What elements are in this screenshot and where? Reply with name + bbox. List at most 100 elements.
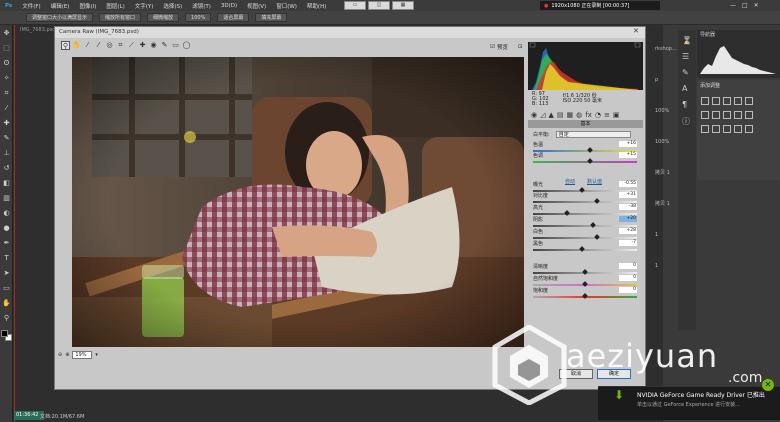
option-button[interactable]: 适合屏幕	[217, 13, 250, 22]
option-button[interactable]: 缩放所有窗口	[99, 13, 142, 22]
photo-filter-icon[interactable]	[734, 111, 742, 119]
option-button[interactable]: 调整窗口大小以满屏显示	[26, 13, 94, 22]
screen-button-2[interactable]: ◫	[368, 1, 390, 10]
slider-track[interactable]	[533, 237, 637, 239]
slider-6[interactable]: 白色 +28	[533, 228, 639, 240]
slider-track[interactable]	[533, 249, 637, 251]
zoom-out-icon[interactable]: ⊖	[58, 352, 62, 358]
split-tone-tab-icon[interactable]: ▦	[567, 111, 574, 119]
document-tab[interactable]: IMG_7683.psd	[20, 27, 55, 33]
slider-value[interactable]: -0.55	[619, 181, 637, 187]
camera-calibration-tab-icon[interactable]: ◔	[595, 111, 601, 119]
red-eye-icon[interactable]: ◉	[149, 41, 158, 50]
snapshots-tab-icon[interactable]: ▣	[613, 111, 620, 119]
white-balance-icon[interactable]: ⁄	[83, 41, 92, 50]
hsl-tab-icon[interactable]: ▤	[557, 111, 564, 119]
close-icon[interactable]: ✕	[633, 27, 643, 37]
dodge-icon[interactable]: ●	[2, 224, 11, 233]
posterize-icon[interactable]	[712, 125, 720, 133]
menu-item[interactable]: 图层(L)	[101, 2, 129, 10]
slider-track[interactable]	[533, 161, 637, 163]
menu-item[interactable]: 选择(S)	[158, 2, 187, 10]
history-icon[interactable]: ⌛	[682, 36, 692, 46]
straighten-icon[interactable]: ⟋	[127, 41, 136, 50]
type-tool-icon[interactable]: T	[2, 254, 11, 263]
hue-icon[interactable]	[701, 111, 709, 119]
effects-tab-icon[interactable]: fx	[585, 111, 592, 119]
wb-select[interactable]: 自定	[555, 131, 631, 138]
bw-icon[interactable]	[723, 111, 731, 119]
slider-7[interactable]: 黑色 -7	[533, 240, 639, 252]
vibrance-icon[interactable]	[745, 97, 753, 105]
levels-icon[interactable]	[712, 97, 720, 105]
threshold-icon[interactable]	[723, 125, 731, 133]
slider-5[interactable]: 阴影 +20	[533, 216, 639, 228]
screen-button-1[interactable]: ▭	[344, 1, 366, 10]
pen-tool-icon[interactable]: ✒	[2, 239, 11, 248]
brush-panel-icon[interactable]: ✎	[682, 68, 692, 78]
zoom-level[interactable]: 19%	[72, 351, 93, 359]
tone-curve-tab-icon[interactable]: ◿	[540, 111, 545, 119]
slider-track[interactable]	[533, 201, 637, 203]
properties-icon[interactable]: ☰	[682, 52, 692, 62]
history-brush-icon[interactable]: ↺	[2, 164, 11, 173]
slider-value[interactable]: +28	[619, 228, 637, 234]
option-button[interactable]: 填充屏幕	[255, 13, 288, 22]
slider-value[interactable]: 0	[619, 287, 637, 293]
slider-value[interactable]: +16	[619, 141, 637, 147]
slider-1[interactable]: 色调 +15	[533, 152, 639, 164]
crop-icon[interactable]: ⌗	[116, 41, 125, 50]
adjustment-brush-icon[interactable]: ✎	[160, 41, 169, 50]
move-tool-icon[interactable]: ✥	[2, 29, 11, 38]
menu-item[interactable]: 文字(Y)	[130, 2, 159, 10]
slider-value[interactable]: 0	[619, 275, 637, 281]
menu-item[interactable]: 滤镜(T)	[187, 2, 216, 10]
eyedropper-icon[interactable]: ⁄	[2, 104, 11, 113]
slider-value[interactable]: -7	[619, 240, 637, 246]
crop-tool-icon[interactable]: ⌗	[2, 89, 11, 98]
gradient-icon[interactable]: ▥	[2, 194, 11, 203]
gradient-map-icon[interactable]	[734, 125, 742, 133]
lasso-tool-icon[interactable]: ʘ	[2, 59, 11, 68]
close-icon[interactable]: ✕	[762, 379, 774, 391]
screen-button-3[interactable]: ▦	[392, 1, 414, 10]
slider-4[interactable]: 高光 -38	[533, 204, 639, 216]
exposure-icon[interactable]	[734, 97, 742, 105]
heal-tool-icon[interactable]: ✚	[2, 119, 11, 128]
slider-value[interactable]: +15	[619, 152, 637, 158]
slider-value[interactable]: -38	[619, 204, 637, 210]
slider-track[interactable]	[533, 225, 637, 227]
slider-value[interactable]: 0	[619, 263, 637, 269]
slider-10[interactable]: 饱和度 0	[533, 287, 639, 299]
balance-icon[interactable]	[712, 111, 720, 119]
slider-track[interactable]	[533, 213, 637, 215]
eraser-icon[interactable]: ◧	[2, 179, 11, 188]
zoom-in-icon[interactable]: ⊕	[65, 352, 69, 358]
slider-value[interactable]: +31	[619, 192, 637, 198]
basic-tab-icon[interactable]: ◉	[531, 111, 537, 119]
presets-tab-icon[interactable]: ≡	[604, 111, 610, 119]
stamp-tool-icon[interactable]: ⊥	[2, 149, 11, 158]
maximize-icon[interactable]: □	[742, 2, 748, 9]
blur-icon[interactable]: ◐	[2, 209, 11, 218]
zoom-tool-icon[interactable]: ⚲	[2, 314, 11, 323]
invert-icon[interactable]	[701, 125, 709, 133]
radial-filter-icon[interactable]: ◯	[182, 41, 191, 50]
slider-9[interactable]: 自然饱和度 0	[533, 275, 639, 287]
color-sampler-icon[interactable]: ⁄	[94, 41, 103, 50]
character-icon[interactable]: A	[682, 84, 692, 94]
brightness-icon[interactable]	[701, 97, 709, 105]
preview-image[interactable]	[72, 57, 524, 347]
close-icon[interactable]: ✕	[754, 2, 759, 9]
menu-item[interactable]: 帮助(H)	[302, 2, 331, 10]
option-button[interactable]: 细微缩放	[147, 13, 180, 22]
menu-item[interactable]: 3D(D)	[216, 3, 242, 9]
selective-color-icon[interactable]	[745, 125, 753, 133]
paragraph-icon[interactable]: ¶	[682, 100, 692, 110]
option-button[interactable]: 100%	[185, 13, 212, 22]
hand-tool-icon[interactable]: ✋	[2, 299, 11, 308]
slider-8[interactable]: 清晰度 0	[533, 263, 639, 275]
brush-tool-icon[interactable]: ✎	[2, 134, 11, 143]
info-icon[interactable]: ⓘ	[682, 116, 692, 126]
zoom-icon[interactable]: ⚲	[61, 41, 70, 50]
